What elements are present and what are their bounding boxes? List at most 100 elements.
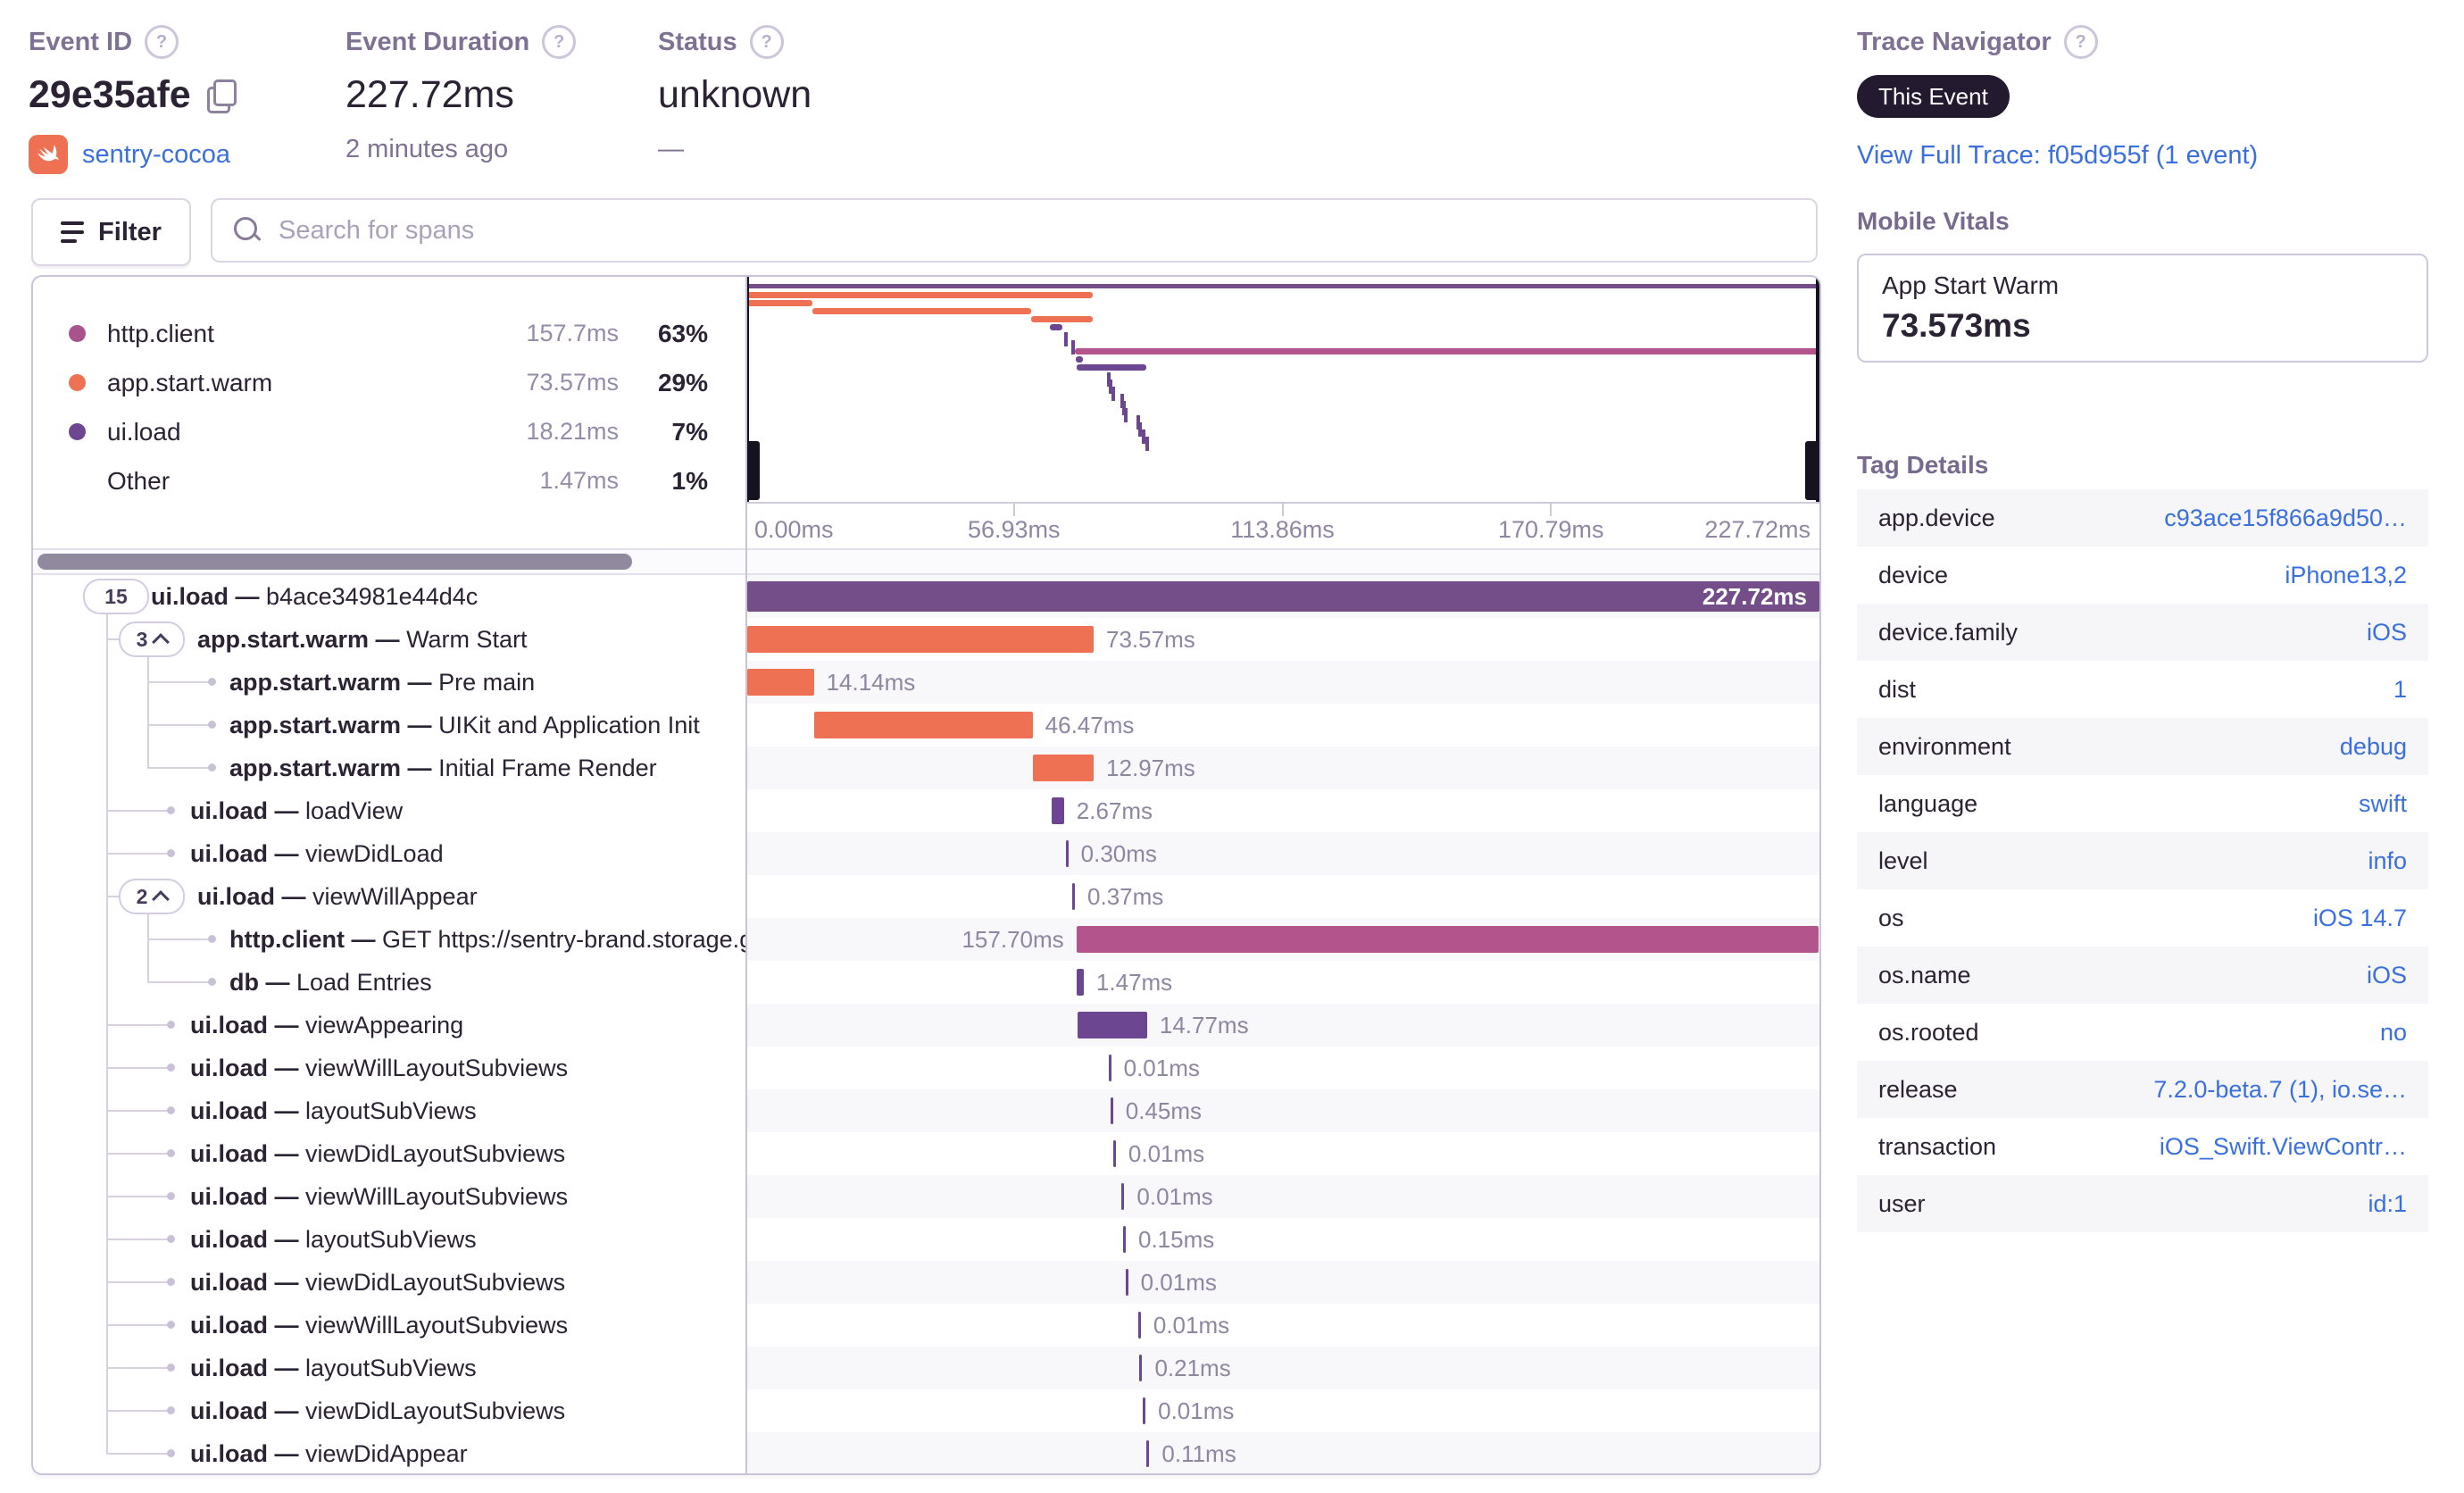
tree-waterfall-divider[interactable] [745, 277, 747, 1473]
span-bar[interactable] [1051, 797, 1064, 824]
copy-icon[interactable] [206, 79, 237, 113]
tag-value-link[interactable]: c93ace15f866a9d50… [2164, 505, 2407, 532]
tag-value-link[interactable]: iOS [2367, 962, 2407, 989]
span-row[interactable]: ui.load — viewWillLayoutSubviews 0.01ms [33, 1304, 1819, 1347]
span-row[interactable]: 15 ui.load — b4ace34981e44d4c 227.72ms [33, 575, 1819, 618]
span-bar[interactable] [1146, 1440, 1150, 1467]
axis-tick-label: 56.93ms [967, 516, 1061, 543]
tag-value-link[interactable]: swift [2359, 790, 2407, 818]
span-op: ui.load — [190, 1268, 306, 1296]
span-bar[interactable]: 227.72ms [747, 581, 1819, 612]
span-row[interactable]: db — Load Entries 1.47ms [33, 961, 1819, 1004]
span-row[interactable]: ui.load — viewDidLayoutSubviews 0.01ms [33, 1132, 1819, 1175]
minimap-drag-grip[interactable] [1805, 441, 1819, 500]
project-link[interactable]: sentry-cocoa [82, 140, 230, 170]
help-icon[interactable] [2063, 25, 2098, 59]
span-bar[interactable] [747, 669, 814, 696]
span-row[interactable]: ui.load — layoutSubViews 0.21ms [33, 1347, 1819, 1389]
minimap-span-dash [1145, 437, 1149, 451]
tag-row: os iOS 14.7 [1857, 889, 2428, 947]
tag-value-link[interactable]: iOS [2367, 619, 2407, 646]
help-icon[interactable] [749, 25, 784, 59]
span-row[interactable]: ui.load — viewAppearing 14.77ms [33, 1004, 1819, 1047]
span-description: layoutSubViews [305, 1097, 477, 1124]
view-full-trace-link[interactable]: View Full Trace: f05d955f (1 event) [1857, 141, 2258, 170]
help-icon[interactable] [145, 25, 179, 59]
legend-op-name: ui.load [107, 417, 181, 446]
span-bar[interactable] [1110, 1097, 1113, 1124]
span-row[interactable]: ui.load — layoutSubViews 0.15ms [33, 1218, 1819, 1261]
tree-connector-line [106, 853, 171, 855]
span-bar[interactable] [1137, 1312, 1141, 1339]
legend-duration: 157.7ms [526, 320, 619, 346]
minimap-drag-grip[interactable] [745, 441, 760, 500]
span-bar[interactable] [747, 626, 1094, 653]
span-bar[interactable] [1112, 1140, 1116, 1167]
span-row[interactable]: ui.load — loadView 2.67ms [33, 789, 1819, 832]
span-row[interactable]: app.start.warm — Initial Frame Render 12… [33, 746, 1819, 789]
axis-tick-label: 113.86ms [1230, 516, 1335, 543]
tree-connector-line [106, 1024, 171, 1026]
span-bar[interactable] [1125, 1269, 1128, 1296]
span-row[interactable]: 2 ui.load — viewWillAppear 0.37ms [33, 875, 1819, 918]
span-bar[interactable] [1108, 1055, 1111, 1081]
span-children-toggle[interactable]: 3 [119, 621, 185, 657]
tag-value-link[interactable]: id:1 [2368, 1190, 2407, 1218]
span-row[interactable]: ui.load — layoutSubViews 0.45ms [33, 1089, 1819, 1132]
span-row[interactable]: ui.load — viewDidLayoutSubviews 0.01ms [33, 1261, 1819, 1304]
mobile-vitals-card[interactable]: App Start Warm 73.573ms [1857, 254, 2428, 363]
tree-connector-line [147, 938, 212, 940]
span-bar[interactable] [1139, 1355, 1143, 1381]
span-children-toggle[interactable]: 15 [83, 579, 149, 614]
tag-value-link[interactable]: info [2368, 847, 2407, 875]
span-duration-label: 1.47ms [1095, 969, 1173, 996]
help-icon[interactable] [542, 25, 577, 59]
filter-button[interactable]: Filter [31, 198, 191, 266]
span-waterfall-cell: 46.47ms [747, 704, 1819, 746]
tag-value-link[interactable]: iPhone13,2 [2285, 562, 2407, 589]
span-row[interactable]: app.start.warm — Pre main 14.14ms [33, 661, 1819, 704]
tag-value-link[interactable]: iOS 14.7 [2313, 905, 2407, 932]
tag-row: os.rooted no [1857, 1004, 2428, 1061]
scrollbar-thumb[interactable] [37, 554, 632, 570]
tag-value-link[interactable]: debug [2340, 733, 2407, 761]
span-row[interactable]: ui.load — viewDidLayoutSubviews 0.01ms [33, 1389, 1819, 1432]
span-row[interactable]: ui.load — viewWillLayoutSubviews 0.01ms [33, 1175, 1819, 1218]
tag-value-link[interactable]: no [2380, 1019, 2407, 1047]
span-bar[interactable] [1071, 883, 1076, 910]
span-bar[interactable] [813, 712, 1033, 738]
tag-value-link[interactable]: 1 [2393, 676, 2407, 704]
minimap: 0.00ms 56.93ms 113.86ms 170.79ms 227.72ms [745, 277, 1819, 548]
span-row[interactable]: 3 app.start.warm — Warm Start 73.57ms [33, 618, 1819, 661]
vital-value: 73.573ms [1882, 307, 2031, 344]
ops-breakdown-legend: http.client 157.7ms 63% app.start.warm 7… [33, 277, 745, 548]
span-bar[interactable] [1077, 969, 1084, 996]
span-row[interactable]: ui.load — viewDidLoad 0.30ms [33, 832, 1819, 875]
span-bar[interactable] [1032, 755, 1095, 781]
span-waterfall-cell: 73.57ms [747, 618, 1819, 661]
tag-value-link[interactable]: iOS_Swift.ViewContr… [2160, 1133, 2407, 1161]
span-row[interactable]: ui.load — viewWillLayoutSubviews 0.01ms [33, 1047, 1819, 1089]
this-event-badge[interactable]: This Event [1857, 75, 2010, 118]
span-row[interactable]: http.client — GET https://sentry-brand.s… [33, 918, 1819, 961]
tree-node-dot [167, 1406, 175, 1414]
span-bar[interactable] [1121, 1183, 1125, 1210]
span-bar[interactable] [1076, 926, 1819, 953]
minimap-chart[interactable] [745, 277, 1819, 502]
span-row[interactable]: ui.load — viewDidAppear 0.11ms [33, 1432, 1819, 1473]
tag-value-link[interactable]: 7.2.0-beta.7 (1), io.se… [2153, 1076, 2407, 1104]
span-row[interactable]: app.start.warm — UIKit and Application I… [33, 704, 1819, 746]
span-bar[interactable] [1077, 1012, 1147, 1038]
search-input[interactable] [277, 214, 1794, 246]
span-bar[interactable] [1122, 1226, 1126, 1253]
status-value: unknown [658, 73, 812, 116]
span-children-toggle[interactable]: 2 [119, 879, 185, 914]
span-duration-label: 0.45ms [1125, 1097, 1202, 1124]
legend-percent: 1% [671, 466, 708, 495]
span-bar[interactable] [1143, 1397, 1146, 1424]
tree-connector-line [106, 1324, 171, 1326]
span-bar[interactable] [1065, 840, 1069, 867]
tag-key: transaction [1878, 1132, 1997, 1160]
tag-key: os.rooted [1878, 1018, 1979, 1046]
span-op: ui.load — [190, 1439, 306, 1467]
